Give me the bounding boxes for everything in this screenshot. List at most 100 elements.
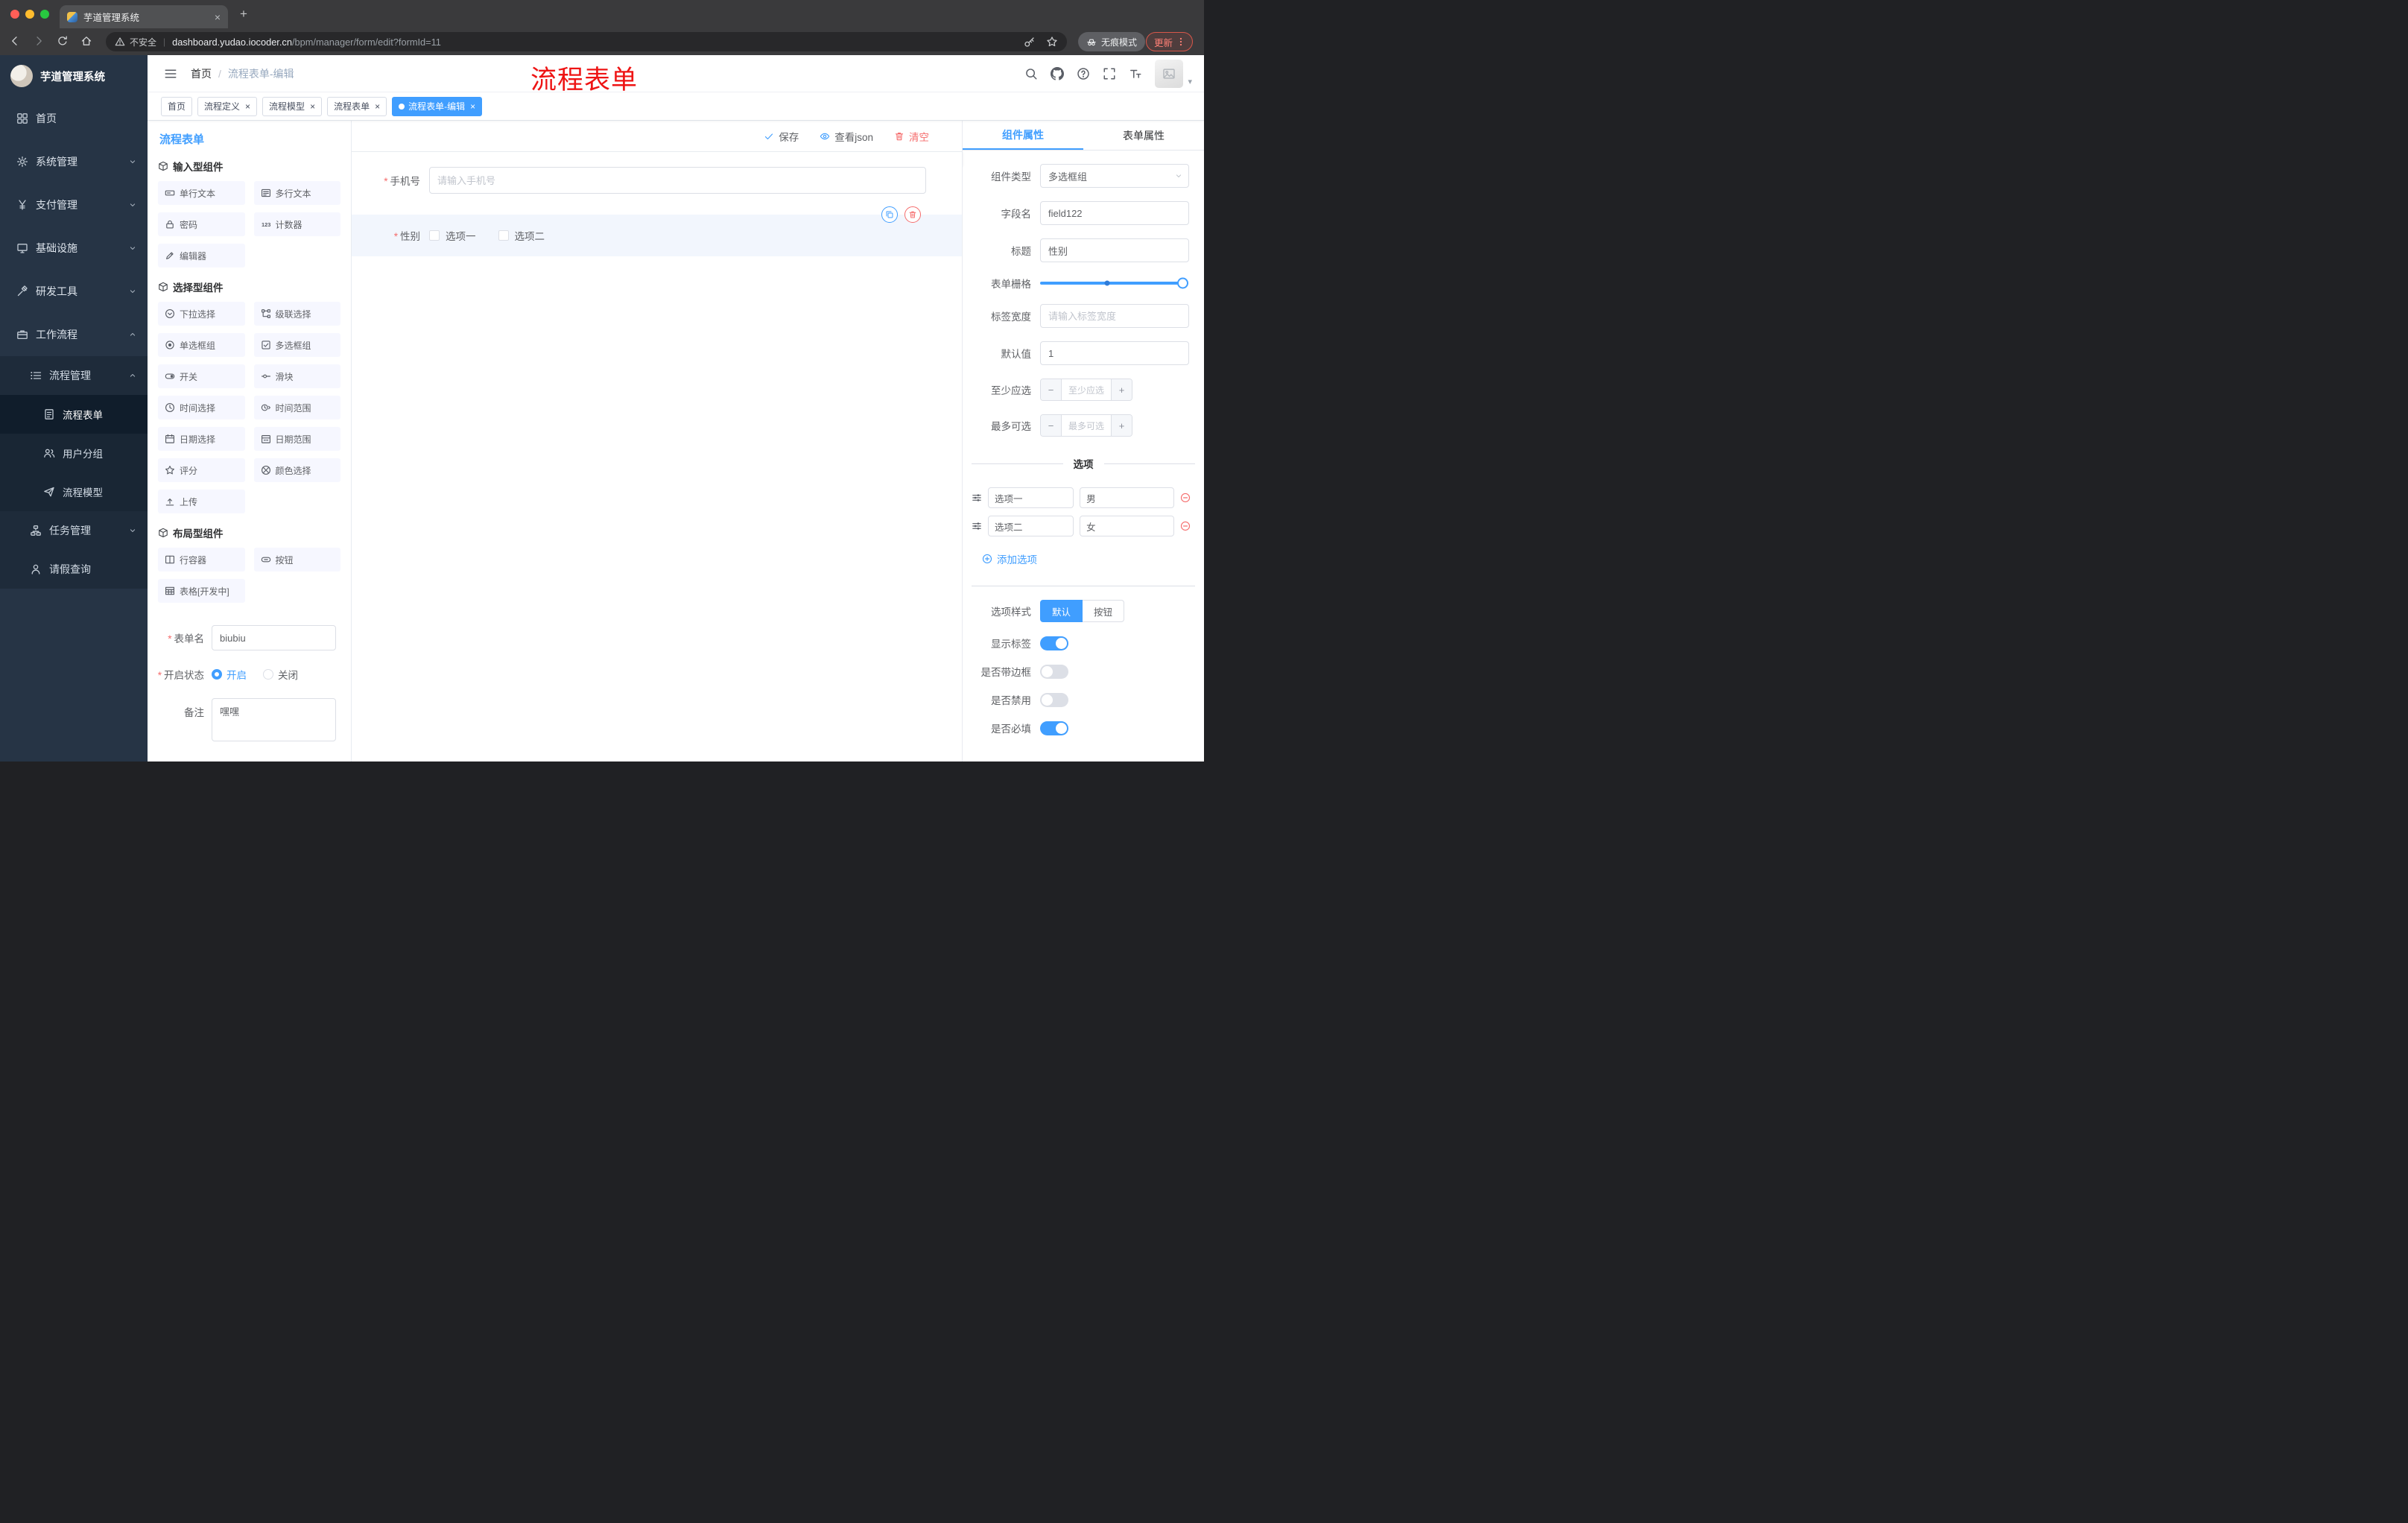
forward-icon[interactable] bbox=[33, 35, 45, 47]
tag-close-icon[interactable]: × bbox=[245, 101, 250, 112]
canvas-field-gender-selected[interactable]: * 性别 选项一 选项二 bbox=[352, 206, 962, 256]
browser-menu-dots-icon[interactable] bbox=[1176, 37, 1186, 47]
status-radio-off[interactable]: 关闭 bbox=[263, 667, 298, 682]
tag-process-definition[interactable]: 流程定义 × bbox=[197, 96, 258, 116]
field-name-input[interactable] bbox=[1040, 201, 1189, 225]
window-close-button[interactable] bbox=[10, 10, 19, 19]
tab-form-props[interactable]: 表单属性 bbox=[1083, 121, 1204, 150]
sidebar-item-home[interactable]: 首页 bbox=[0, 97, 148, 140]
canvas-field-phone[interactable]: * 手机号 bbox=[358, 167, 926, 194]
palette-item-radio-group[interactable]: 单选框组 bbox=[158, 333, 245, 357]
sidebar-item-user-group[interactable]: 用户分组 bbox=[0, 434, 148, 472]
style-button-button[interactable]: 按钮 bbox=[1083, 600, 1125, 622]
sidebar-item-dev-tools[interactable]: 研发工具 bbox=[0, 270, 148, 313]
palette-item-date-range[interactable]: 日期范围 bbox=[253, 427, 340, 451]
option-label-input[interactable] bbox=[988, 516, 1074, 536]
fullscreen-icon[interactable] bbox=[1103, 67, 1116, 80]
home-icon[interactable] bbox=[80, 35, 92, 47]
palette-item-multi-text[interactable]: 多行文本 bbox=[253, 181, 340, 205]
palette-item-time-picker[interactable]: 时间选择 bbox=[158, 396, 245, 419]
drag-handle-icon[interactable] bbox=[972, 493, 982, 503]
checkbox-box[interactable] bbox=[498, 230, 509, 241]
grid-slider[interactable] bbox=[1040, 277, 1188, 289]
option-label-input[interactable] bbox=[988, 487, 1074, 508]
phone-input[interactable] bbox=[429, 167, 926, 194]
window-maximize-button[interactable] bbox=[40, 10, 49, 19]
palette-item-cascade[interactable]: 级联选择 bbox=[253, 302, 340, 326]
gender-option1-checkbox[interactable]: 选项一 bbox=[429, 228, 476, 243]
default-value-input[interactable] bbox=[1040, 341, 1189, 365]
tab-component-props[interactable]: 组件属性 bbox=[963, 121, 1083, 150]
component-type-select[interactable]: 多选框组 bbox=[1040, 164, 1189, 188]
palette-item-row-container[interactable]: 行容器 bbox=[158, 548, 245, 571]
palette-item-checkbox-group[interactable]: 多选框组 bbox=[253, 333, 340, 357]
sidebar-item-leave-query[interactable]: 请假查询 bbox=[0, 550, 148, 589]
hamburger-icon[interactable] bbox=[164, 67, 177, 80]
user-avatar[interactable] bbox=[1155, 59, 1183, 88]
stepper-value[interactable]: 至少应选 bbox=[1062, 379, 1111, 400]
sidebar-item-workflow[interactable]: 工作流程 bbox=[0, 313, 148, 356]
duplicate-component-button[interactable] bbox=[881, 206, 898, 223]
sidebar-item-process-model[interactable]: 流程模型 bbox=[0, 472, 148, 511]
required-switch[interactable] bbox=[1040, 721, 1068, 735]
tag-process-model[interactable]: 流程模型 × bbox=[262, 96, 323, 116]
tag-process-form-edit[interactable]: 流程表单-编辑 × bbox=[392, 96, 483, 116]
drag-handle-icon[interactable] bbox=[972, 521, 982, 531]
link-icon-button[interactable] bbox=[962, 151, 963, 167]
style-default-button[interactable]: 默认 bbox=[1040, 600, 1083, 622]
clear-button[interactable]: 清空 bbox=[894, 129, 929, 144]
browser-tab[interactable]: 芋道管理系统 × bbox=[60, 5, 228, 28]
show-label-switch[interactable] bbox=[1040, 636, 1068, 650]
search-icon[interactable] bbox=[1024, 67, 1038, 80]
sidebar-item-process-form[interactable]: 流程表单 bbox=[0, 395, 148, 434]
back-ic[interactable] bbox=[9, 35, 21, 47]
palette-item-button[interactable]: 按钮 bbox=[253, 548, 340, 571]
tag-close-icon[interactable]: × bbox=[375, 101, 380, 112]
help-icon[interactable] bbox=[1077, 67, 1090, 80]
remove-option-button[interactable] bbox=[1180, 521, 1191, 531]
palette-item-time-range[interactable]: 时间范围 bbox=[253, 396, 340, 419]
sidebar-logo[interactable]: 芋道管理系统 bbox=[0, 55, 148, 97]
form-name-input[interactable] bbox=[212, 625, 336, 650]
palette-item-color-picker[interactable]: 颜色选择 bbox=[253, 458, 340, 482]
palette-item-editor[interactable]: 编辑器 bbox=[158, 244, 245, 267]
view-json-button[interactable]: 查看json bbox=[820, 129, 873, 144]
sidebar-item-payment-mgmt[interactable]: 支付管理 bbox=[0, 183, 148, 227]
palette-item-date-picker[interactable]: 日期选择 bbox=[158, 427, 245, 451]
palette-item-switch[interactable]: 开关 bbox=[158, 364, 245, 388]
browser-update-button[interactable]: 更新 bbox=[1146, 32, 1194, 51]
palette-item-slider[interactable]: 滑块 bbox=[253, 364, 340, 388]
tag-close-icon[interactable]: × bbox=[310, 101, 315, 112]
border-switch[interactable] bbox=[1040, 664, 1068, 679]
palette-item-password[interactable]: 密码 bbox=[158, 212, 245, 236]
disabled-switch[interactable] bbox=[1040, 692, 1068, 707]
stepper-minus-button[interactable]: − bbox=[1041, 379, 1062, 400]
title-input[interactable] bbox=[1040, 238, 1189, 262]
palette-item-counter[interactable]: 计数器 bbox=[253, 212, 340, 236]
option-value-input[interactable] bbox=[1080, 487, 1174, 508]
sidebar-item-system-mgmt[interactable]: 系统管理 bbox=[0, 140, 148, 183]
remove-option-button[interactable] bbox=[1180, 493, 1191, 503]
tag-process-form[interactable]: 流程表单 × bbox=[327, 96, 387, 116]
tag-close-icon[interactable]: × bbox=[470, 101, 475, 112]
label-width-input[interactable] bbox=[1040, 304, 1189, 328]
password-key-icon[interactable] bbox=[1024, 36, 1036, 48]
stepper-plus-button[interactable]: + bbox=[1111, 379, 1132, 400]
slider-handle[interactable] bbox=[1177, 277, 1188, 289]
bookmark-star-icon[interactable] bbox=[1046, 36, 1058, 48]
delete-component-button[interactable] bbox=[904, 206, 921, 223]
checkbox-box[interactable] bbox=[429, 230, 440, 241]
option-value-input[interactable] bbox=[1080, 516, 1174, 536]
palette-item-rate[interactable]: 评分 bbox=[158, 458, 245, 482]
font-size-icon[interactable] bbox=[1129, 67, 1142, 80]
github-icon[interactable] bbox=[1051, 67, 1064, 80]
form-remark-textarea[interactable]: 嘿嘿 bbox=[212, 698, 336, 741]
gender-option2-checkbox[interactable]: 选项二 bbox=[498, 228, 545, 243]
sidebar-item-task-mgmt[interactable]: 任务管理 bbox=[0, 511, 148, 550]
palette-item-table[interactable]: 表格[开发中] bbox=[158, 579, 245, 603]
breadcrumb-home[interactable]: 首页 bbox=[191, 66, 212, 81]
sidebar-item-infrastructure[interactable]: 基础设施 bbox=[0, 227, 148, 270]
user-menu[interactable]: ▾ bbox=[1155, 59, 1192, 88]
tab-close-icon[interactable]: × bbox=[215, 12, 221, 22]
stepper-plus-button[interactable]: + bbox=[1111, 415, 1132, 436]
